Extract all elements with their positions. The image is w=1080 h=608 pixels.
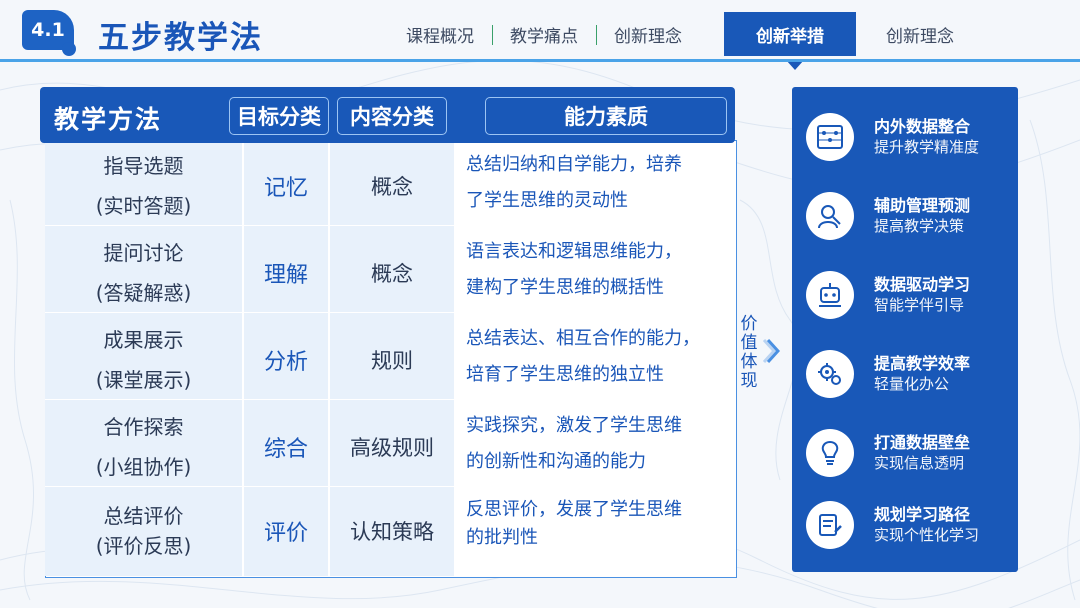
method-name: 合作探索	[103, 415, 184, 439]
benefit-subtitle: 提升教学精准度	[874, 138, 980, 156]
table-row-content: 认知策略	[350, 520, 434, 544]
table-row-content: 高级规则	[350, 436, 434, 460]
badge-dot	[62, 42, 76, 56]
abacus-icon	[806, 113, 854, 161]
benefit-subtitle: 提高教学决策	[874, 217, 965, 235]
benefit-title: 规划学习路径	[874, 505, 971, 524]
table-row-method: 指导选题 (实时答题)	[45, 143, 242, 229]
benefit-item: 辅助管理预测 提高教学决策	[806, 189, 1016, 243]
header-target-classification: 目标分类	[229, 97, 329, 135]
table-row-method: 合作探索 (小组协作)	[45, 404, 242, 490]
table-row-ability: 语言表达和逻辑思维能力， 建构了学生思维的概括性	[466, 234, 728, 312]
tab-innovation-concept[interactable]: 创新理念	[596, 12, 700, 56]
tab-teaching-pain-points[interactable]: 教学痛点	[492, 12, 596, 56]
lightbulb-icon	[806, 429, 854, 477]
page-title: 五步教学法	[98, 20, 263, 56]
method-note: (评价反思)	[95, 534, 192, 558]
table-row-target: 分析	[263, 350, 308, 375]
ability-line: 培育了学生思维的独立性	[466, 364, 664, 385]
benefit-title: 数据驱动学习	[874, 275, 971, 294]
benefit-title: 打通数据壁垒	[874, 433, 971, 452]
ability-line: 的创新性和沟通的能力	[466, 451, 646, 472]
efficiency-gears-icon	[806, 350, 854, 398]
method-note: (答疑解惑)	[95, 281, 192, 305]
header-divider	[0, 59, 1080, 62]
benefit-title: 提高教学效率	[874, 354, 971, 373]
tab-innovation-measures[interactable]: 创新举措	[724, 12, 856, 56]
table-row-target: 评价	[263, 521, 308, 546]
top-navigation: 课程概况 教学痛点 创新理念 创新举措 创新理念	[388, 12, 972, 56]
ability-line: 实践探究，激发了学生思维	[466, 415, 682, 436]
ability-line: 反思评价，发展了学生思维	[466, 499, 682, 520]
header-content-classification: 内容分类	[337, 97, 447, 135]
path-planning-icon	[806, 501, 854, 549]
benefit-subtitle: 智能学伴引导	[874, 296, 965, 314]
method-note: (实时答题)	[95, 194, 192, 218]
table-row-ability: 总结表达、相互合作的能力， 培育了学生思维的独立性	[466, 321, 728, 399]
table-row-ability: 实践探究，激发了学生思维 的创新性和沟通的能力	[466, 408, 728, 486]
tab-course-overview[interactable]: 课程概况	[388, 12, 492, 56]
table-row-target: 理解	[263, 263, 308, 288]
method-name: 成果展示	[103, 328, 184, 352]
benefit-item: 打通数据壁垒 实现信息透明	[806, 426, 1016, 480]
table-row-method: 总结评价 (评价反思)	[45, 492, 242, 570]
table-row-target: 综合	[263, 437, 308, 462]
table-row-target: 记忆	[263, 176, 308, 201]
value-label: 价值体现	[740, 314, 758, 391]
table-row-ability: 反思评价，发展了学生思维 的批判性	[466, 496, 728, 566]
analysis-person-icon	[806, 192, 854, 240]
table-row-method: 成果展示 (课堂展示)	[45, 317, 242, 403]
benefit-title: 内外数据整合	[874, 117, 971, 136]
benefit-item: 数据驱动学习 智能学伴引导	[806, 268, 1016, 322]
tab-innovation-concept-2[interactable]: 创新理念	[868, 12, 972, 56]
method-name: 总结评价	[103, 504, 184, 528]
method-name: 指导选题	[103, 154, 184, 178]
method-note: (课堂展示)	[95, 368, 192, 392]
header-ability-quality: 能力素质	[485, 97, 727, 135]
header-teaching-method: 教学方法	[54, 105, 163, 134]
learning-robot-icon	[806, 271, 854, 319]
benefit-title: 辅助管理预测	[874, 196, 971, 215]
benefit-item: 规划学习路径 实现个性化学习	[806, 498, 1016, 552]
table-row-content: 概念	[371, 175, 413, 199]
chevron-right-icon	[762, 338, 780, 364]
ability-line: 语言表达和逻辑思维能力，	[466, 241, 682, 262]
benefit-subtitle: 实现个性化学习	[874, 526, 980, 544]
benefit-subtitle: 实现信息透明	[874, 454, 965, 472]
benefit-item: 提高教学效率 轻量化办公	[806, 347, 1016, 401]
benefit-subtitle: 轻量化办公	[874, 375, 950, 393]
table-row-content: 规则	[371, 349, 413, 373]
ability-line: 总结归纳和自学能力，培养	[466, 154, 682, 175]
table-row-ability: 总结归纳和自学能力，培养 了学生思维的灵动性	[466, 147, 728, 225]
table-row-content: 概念	[371, 262, 413, 286]
benefit-item: 内外数据整合 提升教学精准度	[806, 110, 1016, 164]
method-note: (小组协作)	[95, 455, 192, 479]
ability-line: 了学生思维的灵动性	[466, 190, 628, 211]
ability-line: 的批判性	[466, 527, 538, 548]
ability-line: 建构了学生思维的概括性	[466, 277, 664, 298]
method-name: 提问讨论	[103, 241, 184, 265]
ability-line: 总结表达、相互合作的能力，	[466, 328, 700, 349]
table-row-method: 提问讨论 (答疑解惑)	[45, 230, 242, 316]
